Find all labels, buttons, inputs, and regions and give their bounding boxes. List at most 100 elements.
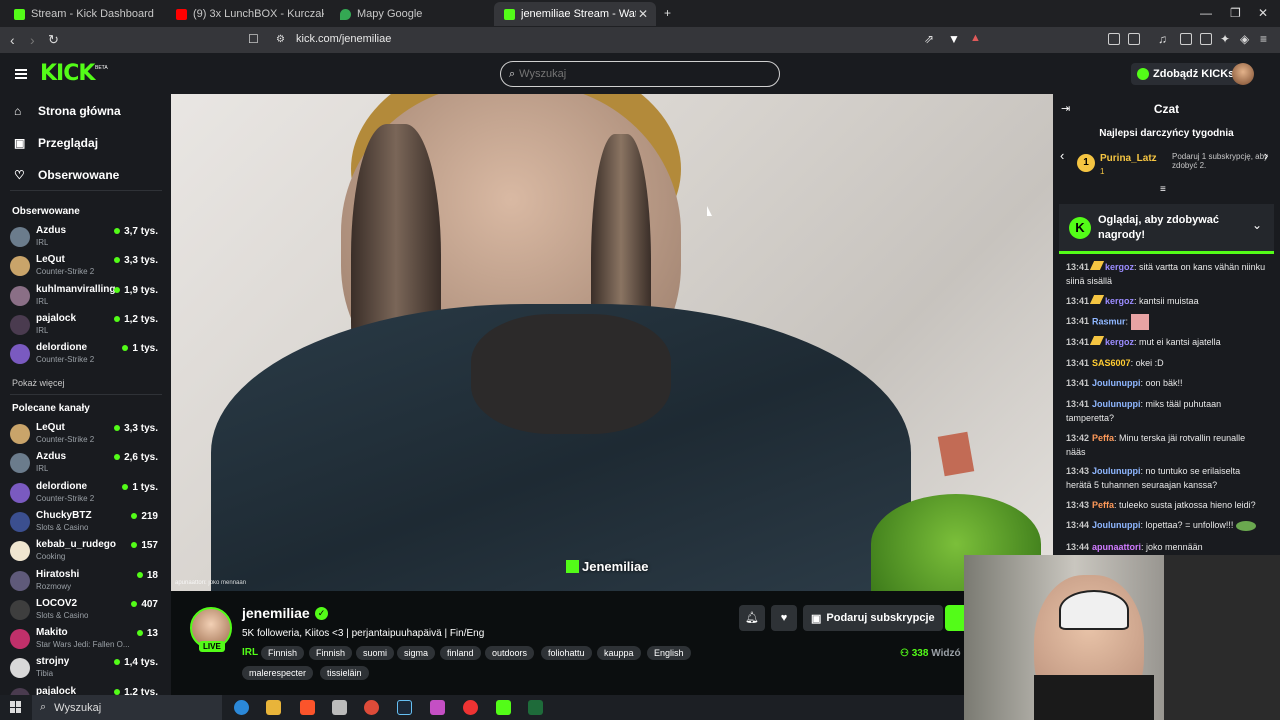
- user-avatar[interactable]: [1232, 63, 1254, 85]
- stream-tag[interactable]: finland: [440, 646, 481, 660]
- stream-tag[interactable]: foliohattu: [541, 646, 592, 660]
- kick-logo[interactable]: KICK: [40, 61, 95, 86]
- chat-username[interactable]: Joulunuppi: [1092, 399, 1141, 409]
- chevron-down-icon[interactable]: ⌄: [1252, 218, 1262, 232]
- spreadsheet-icon[interactable]: [528, 700, 543, 715]
- sidebar-channel[interactable]: Azdus IRL 3,7 tys.: [10, 224, 162, 252]
- chat-username[interactable]: kergoz: [1105, 262, 1134, 272]
- vpn-icon[interactable]: ◈: [1240, 32, 1249, 46]
- sidebar-channel[interactable]: strojny Tibia 1,4 tys.: [10, 655, 162, 683]
- sidebar-channel[interactable]: Azdus IRL 2,6 tys.: [10, 450, 162, 478]
- chat-filter-icon[interactable]: ≡: [1160, 184, 1166, 195]
- obs-icon[interactable]: [463, 700, 478, 715]
- show-more-link[interactable]: Pokaż więcej: [12, 378, 65, 388]
- chevron-right-icon[interactable]: ›: [1264, 148, 1268, 163]
- chat-username[interactable]: Joulunuppi: [1092, 466, 1141, 476]
- browser-tab[interactable]: Stream - Kick Dashboard: [4, 2, 162, 26]
- sidebar-channel[interactable]: pajalockIRL1,2 tys.: [10, 312, 162, 340]
- windows-start-icon[interactable]: [10, 701, 22, 713]
- steam-icon[interactable]: [397, 700, 412, 715]
- chat-username[interactable]: Rasmur: [1092, 316, 1126, 326]
- close-window-icon[interactable]: ✕: [1258, 6, 1268, 20]
- leo-ai-icon[interactable]: ✦: [1220, 32, 1230, 46]
- browser-tab[interactable]: (9) 3x LunchBOX - Kurczak Brokułowy: [166, 2, 324, 26]
- sidebar-channel[interactable]: ChuckyBTZ Slots & Casino 219: [10, 509, 162, 537]
- stream-tag[interactable]: kauppa: [597, 646, 641, 660]
- stream-tag[interactable]: sigma: [397, 646, 436, 660]
- rewards-banner[interactable]: K Oglądaj, aby zdobywać nagrody! ⌄: [1059, 204, 1274, 254]
- chat-username[interactable]: kergoz: [1105, 296, 1134, 306]
- chat-message: 13:44 apunaattori: joko mennään: [1066, 540, 1266, 554]
- stream-tag[interactable]: malerespecter: [242, 666, 314, 680]
- brave-shield-icon[interactable]: ▼: [948, 32, 960, 46]
- chat-username[interactable]: SAS6007: [1092, 358, 1131, 368]
- reload-icon[interactable]: ↻: [48, 32, 59, 48]
- streamer-name[interactable]: jenemiliae: [242, 605, 310, 621]
- reader-icon[interactable]: [1128, 33, 1140, 45]
- edge-icon[interactable]: [234, 700, 249, 715]
- chat-username[interactable]: Joulunuppi: [1092, 378, 1141, 388]
- minimize-icon[interactable]: —: [1200, 6, 1212, 20]
- brave-rewards-icon[interactable]: ▲: [970, 32, 981, 44]
- brave-icon[interactable]: [300, 700, 315, 715]
- share-icon[interactable]: ⇗: [924, 32, 934, 46]
- sidebar-channel[interactable]: delordione Counter-Strike 2 1 tys.: [10, 341, 162, 369]
- app-icon[interactable]: [332, 700, 347, 715]
- chat-username[interactable]: Peffa: [1092, 500, 1114, 510]
- video-player[interactable]: Jenemiliae apunaattori: joko mennään: [171, 94, 1053, 591]
- site-settings-icon[interactable]: ⚙: [276, 34, 285, 45]
- sidebar-channel[interactable]: LeQut Counter-Strike 2 3,3 tys.: [10, 421, 162, 449]
- chat-username[interactable]: Peffa: [1092, 433, 1114, 443]
- sidebar-channel[interactable]: kebab_u_rudego Cooking 157: [10, 538, 162, 566]
- new-tab-icon[interactable]: +: [664, 6, 671, 20]
- chat-username[interactable]: Joulunuppi: [1092, 520, 1141, 530]
- sidebar-item-following[interactable]: ♡ Obserwowane: [14, 168, 119, 182]
- hamburger-menu-icon[interactable]: [15, 69, 27, 79]
- gifter-name[interactable]: Purina_Latz: [1100, 153, 1157, 164]
- notifications-button[interactable]: 🔔︎: [739, 605, 765, 631]
- sidebar-toggle-icon[interactable]: [1180, 33, 1192, 45]
- browser-tab-active[interactable]: jenemiliae Stream - Watch Live ✕: [494, 2, 656, 26]
- forward-icon[interactable]: ›: [30, 32, 35, 48]
- bookmark-icon[interactable]: ☐: [248, 32, 259, 46]
- sidebar-item-home[interactable]: ⌂ Strona główna: [14, 104, 121, 118]
- back-icon[interactable]: ‹: [10, 32, 15, 48]
- file-explorer-icon[interactable]: [266, 700, 281, 715]
- sidebar-channel[interactable]: LOCOV2 Slots & Casino 407: [10, 597, 162, 625]
- sidebar-channel[interactable]: Hiratoshi Rozmowy 18: [10, 568, 162, 596]
- stream-tag[interactable]: Finnish: [261, 646, 305, 660]
- stream-tag[interactable]: suomi: [356, 646, 395, 660]
- search-bar[interactable]: ⌕: [500, 61, 780, 87]
- gift-subscriptions-button[interactable]: ▣ Podaruj subskrypcje: [803, 605, 943, 631]
- media-icon[interactable]: ♫: [1158, 32, 1167, 46]
- stream-tag[interactable]: English: [647, 646, 691, 660]
- chat-username[interactable]: kergoz: [1105, 337, 1134, 347]
- chrome-icon[interactable]: [364, 700, 379, 715]
- browser-tab[interactable]: Mapy Google: [330, 2, 490, 26]
- stream-tag[interactable]: Finnish: [309, 646, 353, 660]
- wallet-icon[interactable]: [1200, 33, 1212, 45]
- sidebar-channel[interactable]: pajalockIRL1,2 tys.: [10, 685, 162, 695]
- menu-icon[interactable]: ≡: [1260, 32, 1267, 46]
- get-kicks-button[interactable]: Zdobądź KICKs: [1131, 63, 1241, 85]
- sidebar-channel[interactable]: kuhlmanviralling IRL 1,9 tys.: [10, 283, 162, 311]
- extensions-icon[interactable]: [1108, 33, 1120, 45]
- stream-tag[interactable]: tissieläin: [320, 666, 369, 680]
- follow-heart-button[interactable]: ♥: [771, 605, 797, 631]
- chevron-left-icon[interactable]: ‹: [1060, 148, 1064, 163]
- sidebar-channel[interactable]: delordione Counter-Strike 2 1 tys.: [10, 480, 162, 508]
- close-tab-icon[interactable]: ✕: [638, 7, 648, 21]
- app-icon[interactable]: [430, 700, 445, 715]
- sidebar-channel[interactable]: Makito Star Wars Jedi: Fallen O... 13: [10, 626, 162, 654]
- stream-tag[interactable]: outdoors: [485, 646, 535, 660]
- maximize-icon[interactable]: ❐: [1230, 6, 1241, 20]
- kick-app-icon[interactable]: [496, 700, 511, 715]
- taskbar-search[interactable]: ⌕ Wyszukaj: [32, 695, 222, 720]
- sidebar-item-browse[interactable]: ▣ Przeglądaj: [14, 136, 98, 150]
- viewers-icon: ⚇: [900, 648, 909, 659]
- chat-username[interactable]: apunaattori: [1092, 542, 1141, 552]
- stream-category-link[interactable]: IRL: [242, 647, 258, 658]
- url-field[interactable]: kick.com/jenemiliae: [296, 33, 391, 45]
- sidebar-channel[interactable]: LeQut Counter-Strike 2 3,3 tys.: [10, 253, 162, 281]
- search-input[interactable]: [519, 68, 760, 80]
